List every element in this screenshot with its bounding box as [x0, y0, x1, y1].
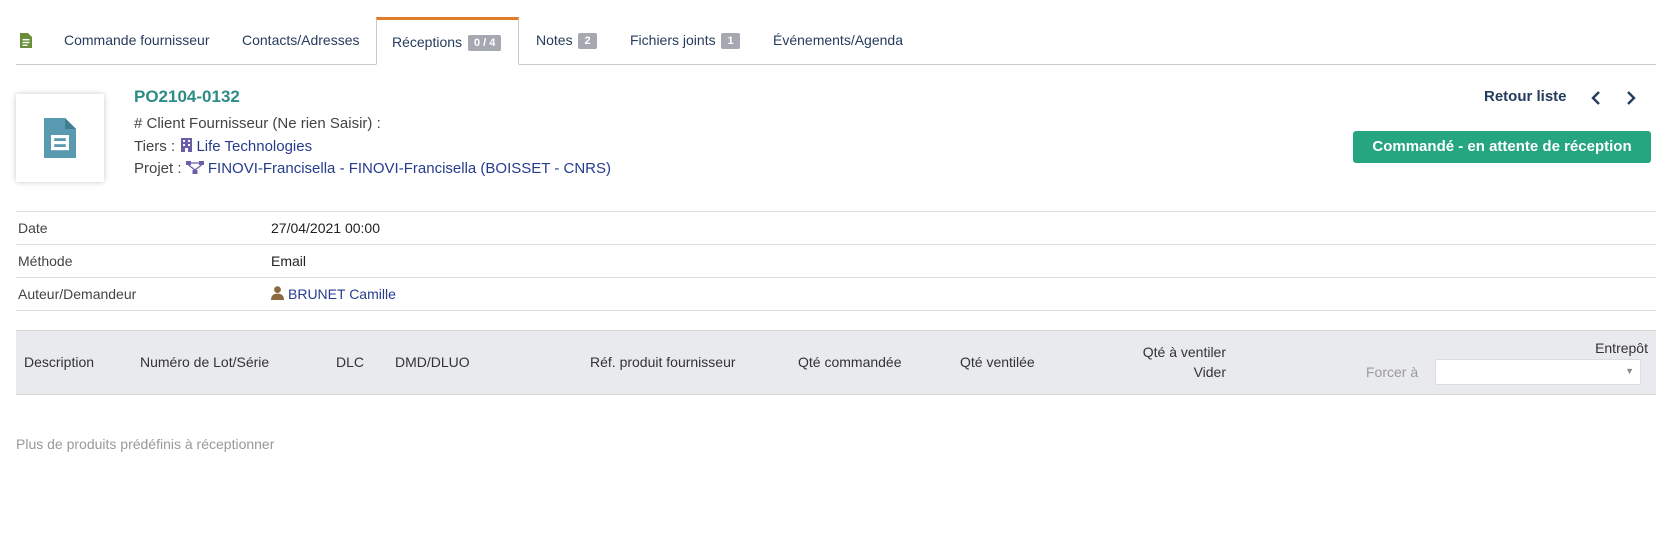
notes-count-badge: 2	[578, 33, 597, 49]
col-dlc: DLC	[336, 354, 365, 370]
building-icon	[181, 138, 193, 152]
col-description: Description	[24, 354, 95, 370]
col-ref-fournisseur: Réf. produit fournisseur	[590, 354, 736, 370]
date-label: Date	[18, 220, 48, 236]
col-qte-a-ventiler: Qté à ventiler	[1142, 344, 1226, 360]
previous-record-icon[interactable]	[1591, 87, 1601, 111]
tiers-label: Tiers :	[134, 138, 176, 155]
auteur-value: BRUNET Camille	[271, 286, 396, 302]
no-more-products-note: Plus de produits prédéfinis à réceptionn…	[16, 436, 275, 452]
tab-contacts-adresses[interactable]: Contacts/Adresses	[242, 17, 360, 64]
order-reference: PO2104-0132	[134, 87, 240, 106]
tab-receptions[interactable]: Réceptions 0 / 4	[376, 17, 519, 65]
col-entrepot: Entrepôt	[1595, 340, 1648, 356]
tiers-link[interactable]: Life Technologies	[196, 138, 312, 155]
reception-table-header: Description Numéro de Lot/Série DLC DMD/…	[16, 330, 1656, 395]
auteur-label: Auteur/Demandeur	[18, 286, 137, 302]
tab-evenements-agenda[interactable]: Événements/Agenda	[773, 17, 903, 64]
order-document-icon[interactable]	[20, 17, 40, 64]
user-icon	[271, 286, 284, 300]
methode-value: Email	[271, 253, 307, 269]
projet-link[interactable]: FINOVI-Francisella - FINOVI-Francisella …	[208, 160, 611, 177]
col-lot-serie: Numéro de Lot/Série	[140, 354, 270, 370]
clear-quantities-link[interactable]: Vider	[1194, 364, 1226, 380]
info-row-auteur: Auteur/Demandeur BRUNET Camille	[16, 278, 1656, 311]
tab-fichiers-joints[interactable]: Fichiers joints 1	[630, 17, 740, 64]
tab-label: Commande fournisseur	[64, 32, 210, 48]
chevron-down-icon: ▼	[1625, 366, 1634, 376]
back-to-list-link[interactable]: Retour liste	[1484, 88, 1567, 105]
tab-commande-fournisseur[interactable]: Commande fournisseur	[64, 17, 210, 64]
col-dmd-dluo: DMD/DLUO	[395, 354, 470, 370]
files-count-badge: 1	[721, 33, 740, 49]
info-row-methode: Méthode Email	[16, 245, 1656, 278]
tab-label: Notes	[536, 32, 573, 48]
col-qte-ventilee: Qté ventilée	[960, 354, 1035, 370]
projet-label: Projet :	[134, 160, 182, 177]
tab-label: Réceptions	[392, 34, 463, 50]
document-thumbnail	[16, 94, 104, 182]
file-document-icon	[44, 118, 76, 158]
tab-notes[interactable]: Notes 2	[536, 17, 597, 64]
info-table: Date 27/04/2021 00:00 Méthode Email Aute…	[16, 211, 1656, 311]
receptions-count-badge: 0 / 4	[467, 35, 502, 51]
client-fournisseur-line: # Client Fournisseur (Ne rien Saisir) :	[134, 115, 381, 132]
project-tree-icon	[185, 161, 204, 174]
warehouse-select[interactable]: ▼	[1435, 359, 1641, 385]
date-value: 27/04/2021 00:00	[271, 220, 380, 236]
status-badge: Commandé - en attente de réception	[1353, 131, 1651, 163]
projet-line: Projet : FINOVI-Francisella - FINOVI-Fra…	[134, 160, 611, 177]
tab-label: Contacts/Adresses	[242, 32, 360, 48]
force-to-label: Forcer à	[1366, 364, 1419, 380]
next-record-icon[interactable]	[1626, 87, 1636, 111]
methode-label: Méthode	[18, 253, 73, 269]
col-qte-commandee: Qté commandée	[798, 354, 902, 370]
info-row-date: Date 27/04/2021 00:00	[16, 212, 1656, 245]
tab-label: Événements/Agenda	[773, 32, 903, 48]
auteur-link[interactable]: BRUNET Camille	[288, 286, 396, 302]
tab-bar: Commande fournisseur Contacts/Adresses R…	[16, 17, 1656, 65]
tiers-line: Tiers : Life Technologies	[134, 138, 312, 155]
tab-label: Fichiers joints	[630, 32, 716, 48]
